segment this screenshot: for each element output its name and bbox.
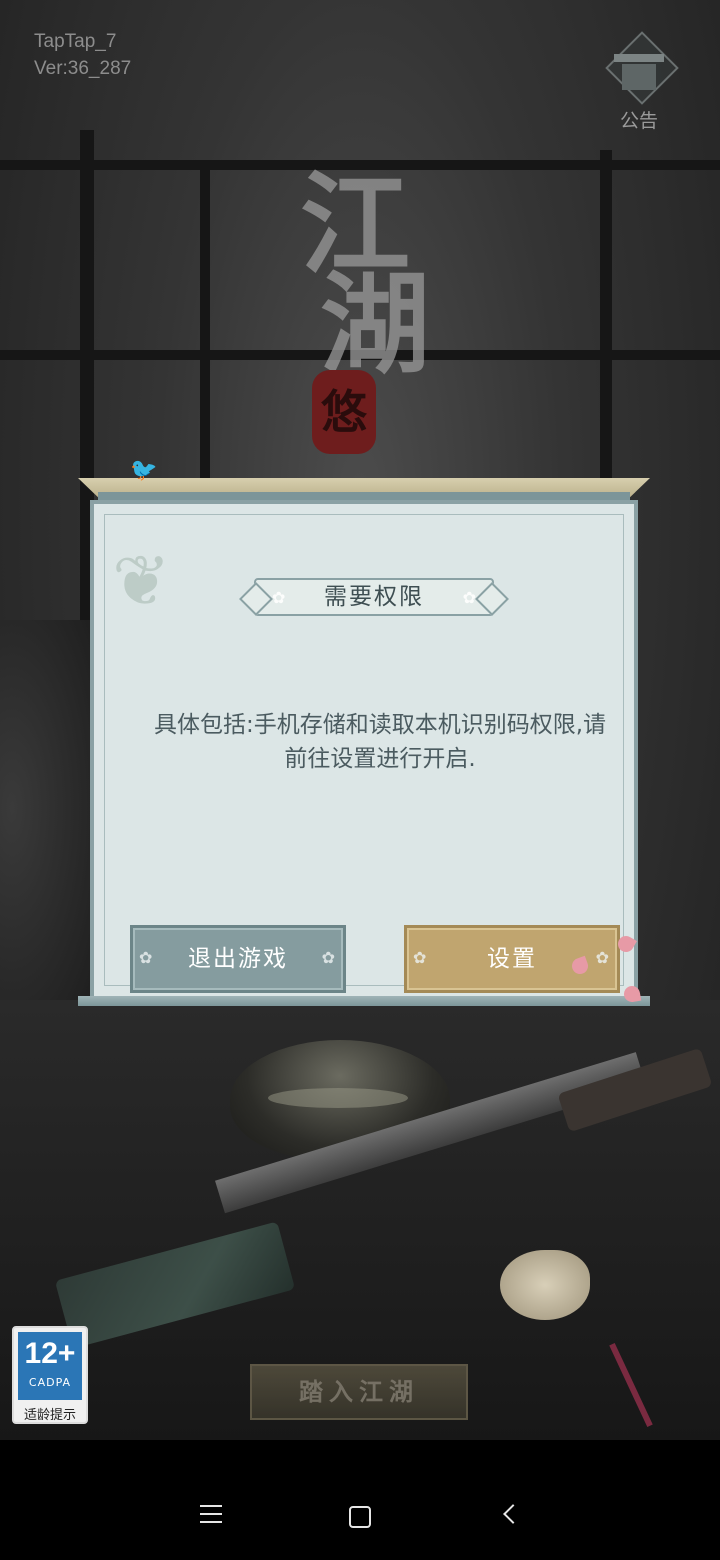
version-label: Ver:36_287 xyxy=(34,58,132,79)
flower-icon: ✿ xyxy=(272,588,286,607)
menu-icon[interactable] xyxy=(200,1505,222,1523)
home-icon[interactable] xyxy=(349,1506,371,1528)
age-rating-tip: 适龄提示 xyxy=(23,1408,76,1423)
flower-icon: ✿ xyxy=(139,948,155,967)
blossom-decoration xyxy=(564,933,644,1006)
bird-icon: 🐦 xyxy=(130,458,158,483)
dialog-title-plaque: ✿ 需要权限 ✿ xyxy=(254,578,494,616)
flower-icon: ✿ xyxy=(462,588,476,607)
flower-icon: ✿ xyxy=(413,948,429,967)
notice-label: 公告 xyxy=(619,110,658,132)
game-logo: 江 湖 悠 xyxy=(290,170,470,490)
build-info: TapTap_7 Ver:36_287 xyxy=(34,28,131,82)
jade-pendant xyxy=(500,1250,590,1320)
dialog-body: ❦ ✿ 需要权限 ✿ 具体包括:手机存储和读取本机识别码权限,请前往设置进行开启… xyxy=(90,500,638,1000)
permission-dialog: 🐦 ❦ ✿ 需要权限 ✿ 具体包括:手机存储和读取本机识别码权限,请前往设置进行… xyxy=(78,458,650,1008)
exit-game-button[interactable]: ✿ 退出游戏 ✿ xyxy=(130,925,346,993)
logo-seal: 悠 xyxy=(312,370,376,454)
bamboo-icon: ❦ xyxy=(112,540,171,622)
enter-game-button[interactable]: 踏入江湖 xyxy=(250,1364,468,1420)
settings-label: 设置 xyxy=(487,946,537,972)
logo-char-2: 湖 xyxy=(320,260,430,389)
system-navbar xyxy=(0,1440,720,1560)
age-rating-badge[interactable]: 12+ CADPA 适龄提示 xyxy=(12,1326,88,1424)
flower-icon: ✿ xyxy=(321,948,337,967)
channel-label: TapTap_7 xyxy=(34,31,117,52)
back-icon[interactable] xyxy=(503,1504,523,1524)
age-rating-org: CADPA xyxy=(28,1376,72,1389)
exit-game-label: 退出游戏 xyxy=(188,946,288,972)
notice-button[interactable]: 公告 xyxy=(596,31,682,136)
age-rating: 12+ xyxy=(24,1337,76,1370)
dialog-title: 需要权限 xyxy=(324,584,424,610)
dialog-message: 具体包括:手机存储和读取本机识别码权限,请前往设置进行开启. xyxy=(153,712,607,772)
